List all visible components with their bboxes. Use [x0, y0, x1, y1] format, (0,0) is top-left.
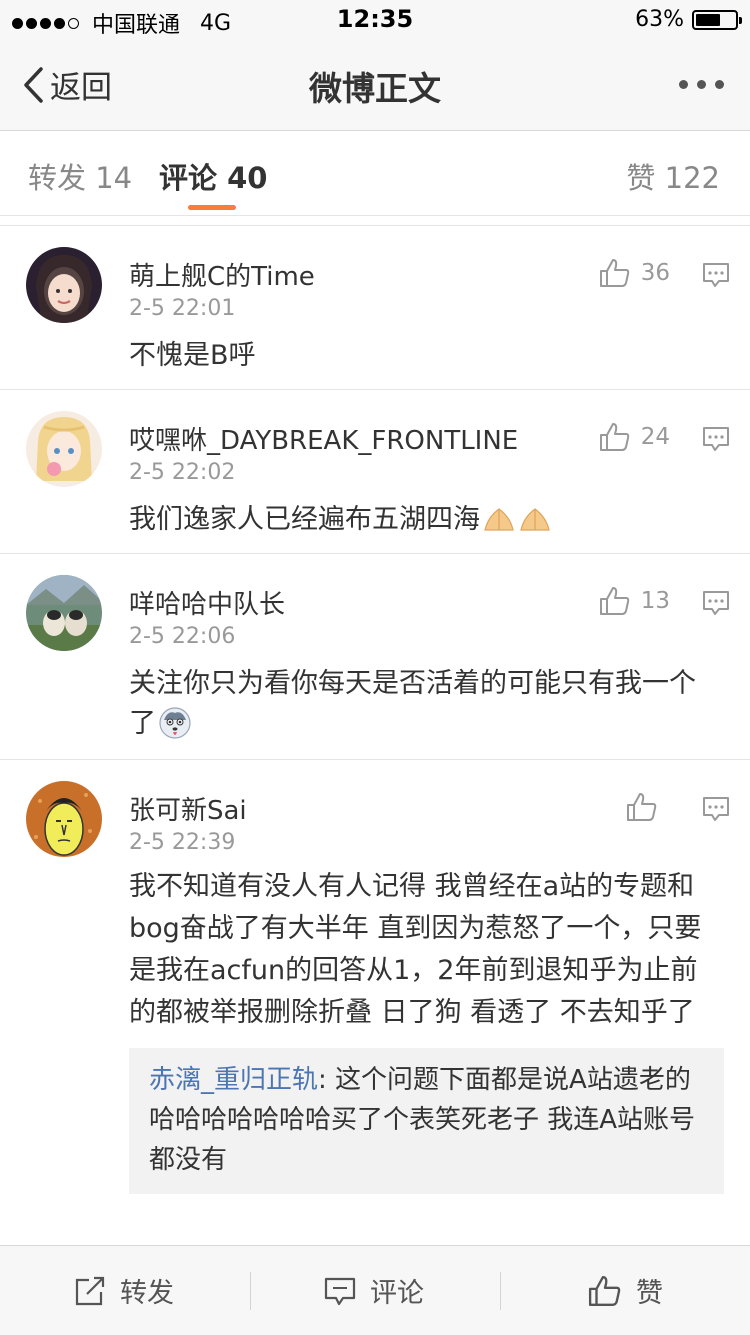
thumbs-up-icon	[627, 793, 657, 821]
battery-percent: 63%	[635, 7, 684, 32]
comment-list: 萌上舰C的Time 2-5 22:01 36 不愧是B呼 哎嘿咻_DAYBREA…	[0, 225, 750, 1250]
avatar[interactable]	[26, 247, 102, 323]
comment-time: 2-5 22:06	[129, 624, 236, 649]
comment-item: 咩哈哈中队长 2-5 22:06 13 关注你只为看你每天是否活着的可能只有我一…	[0, 553, 750, 759]
reply-comment-icon[interactable]	[702, 590, 730, 616]
comment-time: 2-5 22:39	[129, 830, 236, 855]
comment-item: 萌上舰C的Time 2-5 22:01 36 不愧是B呼	[0, 225, 750, 389]
praying-hands-emoji-icon	[484, 508, 514, 531]
comment-like-count: 13	[640, 588, 670, 614]
avatar[interactable]	[26, 781, 102, 857]
reply-comment-icon[interactable]	[702, 262, 730, 288]
comment-text: 关注你只为看你每天是否活着的可能只有我一个了	[129, 668, 696, 739]
husky-face-emoji-icon	[159, 707, 191, 739]
avatar[interactable]	[26, 575, 102, 651]
comment-like-count: 36	[640, 260, 670, 286]
comment-item: 哎嘿咻_DAYBREAK_FRONTLINE 2-5 22:02 24 我们逸家…	[0, 389, 750, 553]
thumbs-up-icon	[588, 1275, 621, 1306]
comment-like-button[interactable]: 24	[599, 422, 670, 452]
more-dots-icon[interactable]	[670, 80, 724, 89]
page-title: 微博正文	[309, 69, 441, 108]
detail-tabs: 转发 14 评论 40 赞 122	[0, 131, 750, 216]
active-tab-indicator	[188, 205, 236, 210]
comment-like-button[interactable]: 13	[599, 586, 670, 616]
comment-time: 2-5 22:02	[129, 460, 236, 485]
comment-icon	[324, 1277, 356, 1305]
comment-author[interactable]: 萌上舰C的Time	[129, 256, 315, 293]
status-right: 63%	[635, 7, 742, 32]
comment-item: 张可新Sai 2-5 22:39 我不知道有没人有人记得 我曾经在a站的专题和b…	[0, 759, 750, 1250]
repost-label: 转发	[120, 1278, 174, 1309]
comment-text-wrapper: 关注你只为看你每天是否活着的可能只有我一个了	[129, 554, 710, 744]
divider	[250, 1272, 251, 1310]
praying-hands-emoji-icon	[520, 508, 550, 531]
avatar[interactable]	[26, 411, 102, 487]
tab-like[interactable]: 赞 122	[626, 155, 720, 197]
repost-icon	[75, 1276, 105, 1305]
comment-time: 2-5 22:01	[129, 296, 236, 321]
quoted-reply[interactable]: 赤漓_重归正轨: 这个问题下面都是说A站遗老的 哈哈哈哈哈哈哈买了个表笑死老子 …	[129, 1048, 724, 1194]
comment-author[interactable]: 张可新Sai	[129, 790, 247, 827]
tab-comment[interactable]: 评论 40	[159, 155, 267, 197]
thumbs-up-icon	[599, 587, 629, 615]
comment-text: 我们逸家人已经遍布五湖四海	[129, 504, 480, 535]
reply-comment-icon[interactable]	[702, 796, 730, 822]
comment-author[interactable]: 哎嘿咻_DAYBREAK_FRONTLINE	[129, 420, 518, 457]
comment-like-button[interactable]: 36	[599, 258, 670, 288]
thumbs-up-icon	[599, 259, 629, 287]
comment-like-button[interactable]	[626, 792, 668, 822]
battery-icon	[692, 9, 742, 30]
comment-button[interactable]: 评论	[324, 1246, 424, 1335]
comment-label: 评论	[370, 1278, 424, 1309]
reply-comment-icon[interactable]	[702, 426, 730, 452]
bottom-action-bar: 转发 评论 赞	[0, 1245, 750, 1335]
divider	[500, 1272, 501, 1310]
comment-like-count: 24	[640, 424, 670, 450]
tab-repost[interactable]: 转发 14	[28, 155, 132, 197]
like-button[interactable]: 赞	[588, 1246, 663, 1335]
quoted-author-link[interactable]: 赤漓_重归正轨	[149, 1065, 318, 1095]
comment-author[interactable]: 咩哈哈中队长	[129, 584, 285, 621]
navigation-bar: 返回 微博正文	[0, 40, 750, 131]
thumbs-up-icon	[599, 423, 629, 451]
like-label: 赞	[636, 1278, 663, 1309]
status-bar: 中国联通 4G 12:35 63%	[0, 0, 750, 40]
repost-button[interactable]: 转发	[74, 1246, 174, 1335]
